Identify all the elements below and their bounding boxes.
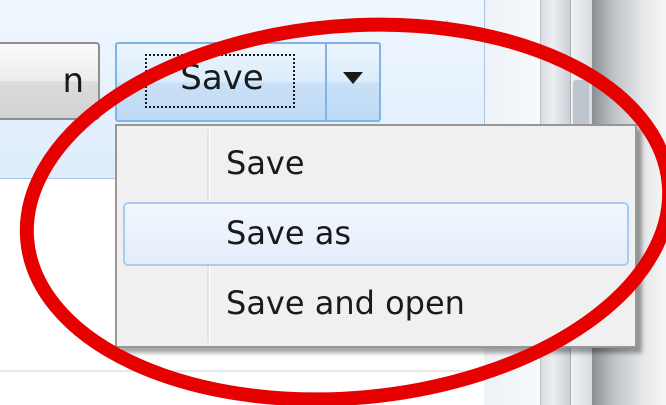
triangle-down-icon — [343, 72, 363, 84]
menu-item-label: Save as — [226, 214, 351, 252]
menu-item-label: Save and open — [226, 284, 465, 322]
open-button-label: n — [62, 61, 84, 101]
screenshot-stage: ✕ n Save Save Save as Save and open — [0, 0, 666, 405]
menu-item-save-as[interactable]: Save as — [123, 202, 629, 266]
content-divider — [0, 370, 484, 372]
open-button[interactable]: n — [0, 42, 100, 120]
close-icon[interactable]: ✕ — [426, 14, 456, 44]
save-button-label: Save — [180, 58, 264, 98]
menu-item-label: Save — [226, 144, 305, 182]
menu-item-save-and-open[interactable]: Save and open — [123, 272, 629, 336]
save-button[interactable]: Save — [117, 44, 327, 120]
save-options-menu: Save Save as Save and open — [115, 124, 637, 348]
save-split-button[interactable]: Save — [115, 42, 381, 122]
menu-item-save[interactable]: Save — [123, 132, 629, 196]
save-options-dropdown-button[interactable] — [327, 44, 379, 120]
